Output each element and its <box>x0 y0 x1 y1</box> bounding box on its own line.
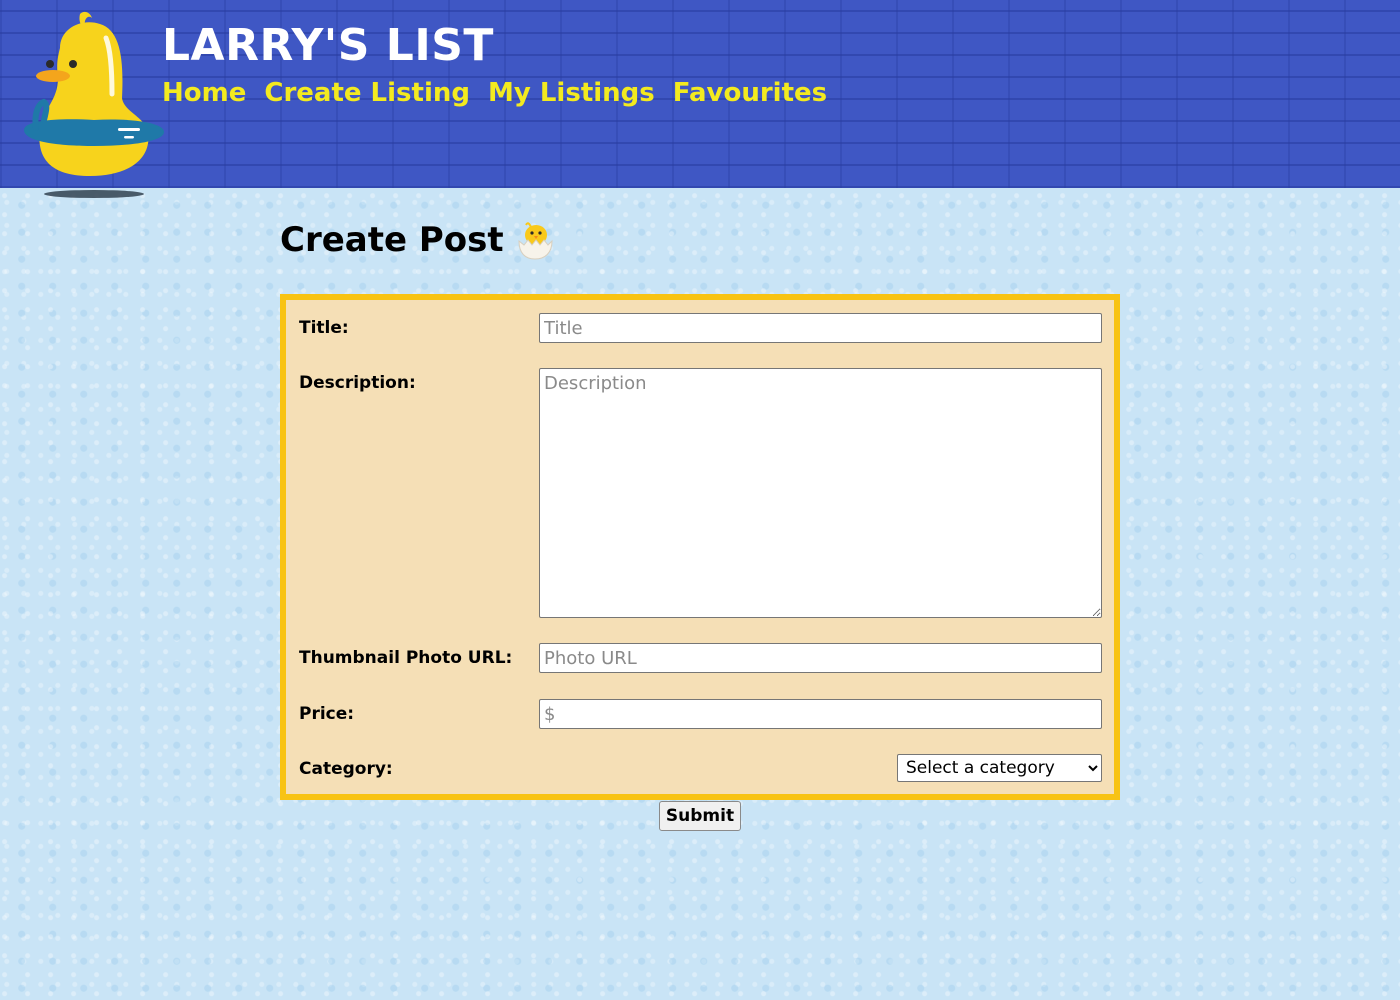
nav-create-listing-link[interactable]: Create Listing <box>264 74 470 112</box>
category-label: Category: <box>299 759 393 779</box>
nav-home-link[interactable]: Home <box>162 74 246 112</box>
duck-mascot-icon[interactable] <box>20 8 170 204</box>
create-post-form: Title: Description: Thumbnail Photo URL:… <box>280 294 1120 800</box>
site-header: LARRY'S LIST Home Create Listing My List… <box>0 0 1400 198</box>
nav-favourites-link[interactable]: Favourites <box>673 74 827 112</box>
price-label: Price: <box>299 704 355 724</box>
title-label: Title: <box>299 318 349 338</box>
site-title: LARRY'S LIST <box>162 20 494 71</box>
category-select[interactable]: Select a category <box>897 754 1102 782</box>
title-input[interactable] <box>539 313 1102 343</box>
page-title-text: Create Post <box>280 220 504 260</box>
main-nav: Home Create Listing My Listings Favourit… <box>162 74 827 112</box>
photo-url-label: Thumbnail Photo URL: <box>299 648 513 668</box>
page-title: Create Post <box>280 214 556 266</box>
nav-my-listings-link[interactable]: My Listings <box>488 74 655 112</box>
hatching-chick-icon <box>518 222 553 260</box>
photo-url-input[interactable] <box>539 643 1102 673</box>
description-textarea[interactable] <box>539 368 1102 618</box>
description-label: Description: <box>299 373 416 393</box>
price-input[interactable] <box>539 699 1102 729</box>
submit-button[interactable]: Submit <box>659 801 741 831</box>
